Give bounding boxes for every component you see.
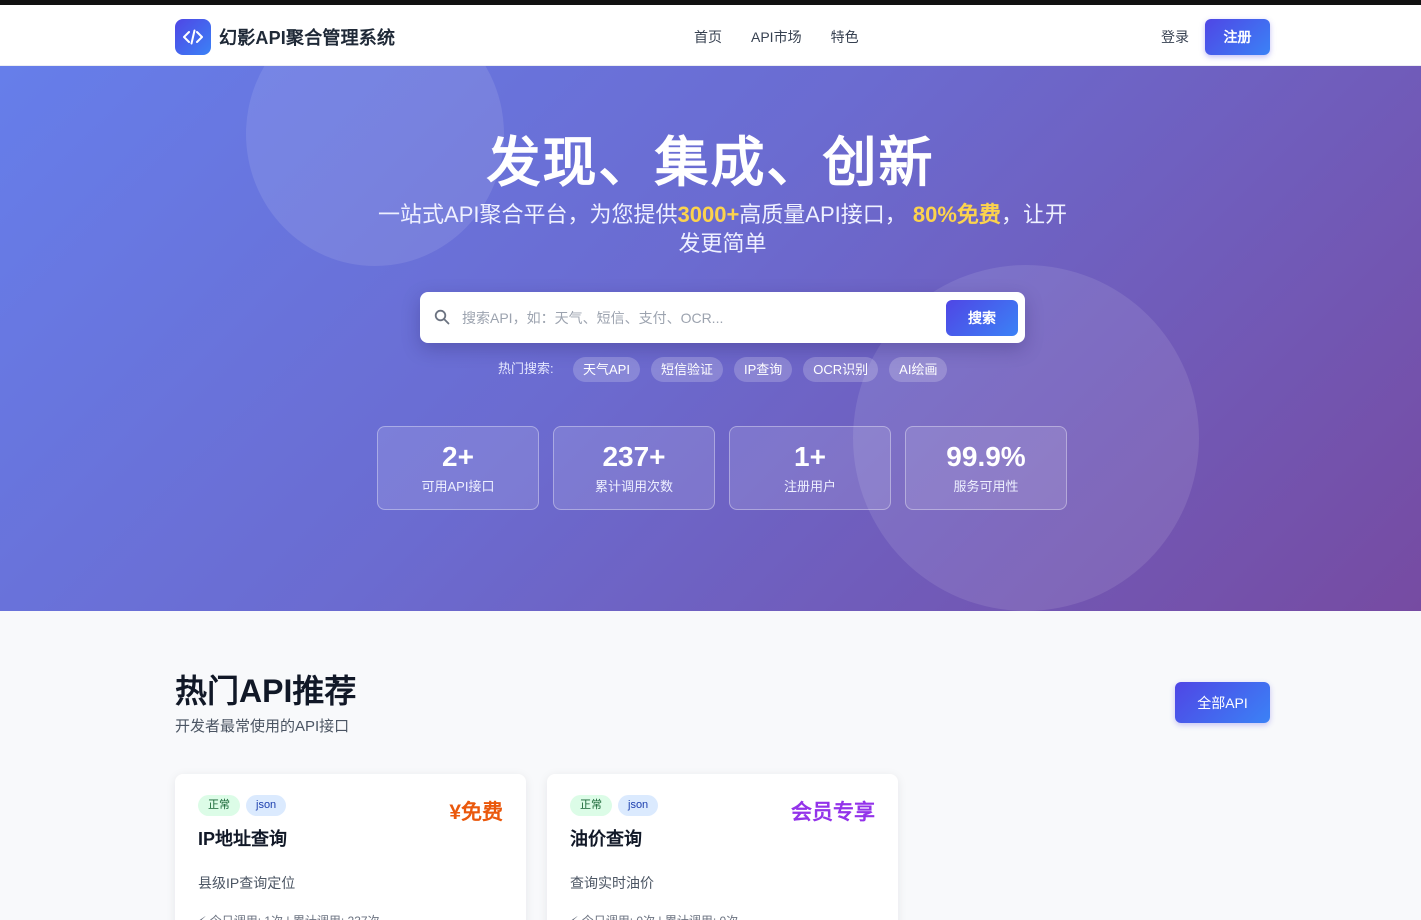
search-input[interactable] <box>462 292 942 343</box>
api-description: 县级IP查询定位 <box>198 875 296 891</box>
stat-card: 2+ 可用API接口 <box>377 426 539 510</box>
api-card[interactable]: 正常 json 会员专享 油价查询 查询实时油价 ⚡ 今日调用: 0次 | 累计… <box>547 774 898 920</box>
hero-subtitle-part: 高质量API接口， <box>739 202 907 227</box>
api-card[interactable]: 正常 json ¥免费 IP地址查询 县级IP查询定位 ⚡ 今日调用: 1次 |… <box>175 774 526 920</box>
price-label: 会员专享 <box>791 801 875 824</box>
stat-value: 237+ <box>602 441 666 472</box>
hot-tag[interactable]: OCR识别 <box>803 357 879 382</box>
api-name: IP地址查询 <box>198 829 288 849</box>
search-icon <box>434 309 450 325</box>
stat-card: 237+ 累计调用次数 <box>553 426 715 510</box>
section-title: 热门API推荐 <box>175 673 357 709</box>
card-tags: 正常 json <box>198 795 292 816</box>
stat-value: 1+ <box>794 441 826 472</box>
stat-label: 服务可用性 <box>953 479 1019 494</box>
hero-highlight-count: 3000+ <box>677 202 740 227</box>
api-usage-stats: ⚡ 今日调用: 1次 | 累计调用: 237次 <box>198 912 380 920</box>
nav-link-home[interactable]: 首页 <box>694 27 722 47</box>
search-button[interactable]: 搜索 <box>946 300 1018 336</box>
register-button[interactable]: 注册 <box>1205 19 1270 55</box>
logo[interactable]: 幻影API聚合管理系统 <box>175 19 395 55</box>
format-badge: json <box>246 795 287 816</box>
logo-text: 幻影API聚合管理系统 <box>219 28 396 48</box>
hot-tag[interactable]: 短信验证 <box>650 357 723 382</box>
hero-highlight-free: 80%免费 <box>912 202 1001 227</box>
navbar: 幻影API聚合管理系统 首页 API市场 特色 登录 注册 <box>0 5 1421 66</box>
main-nav: 首页 API市场 特色 <box>694 27 888 47</box>
hero-subtitle-part: 一站式API聚合平台，为您提供 <box>378 202 678 227</box>
api-card-list: 正常 json ¥免费 IP地址查询 县级IP查询定位 ⚡ 今日调用: 1次 |… <box>175 774 919 920</box>
stat-label: 可用API接口 <box>421 479 495 494</box>
search-box: 搜索 <box>420 292 1025 343</box>
card-tags: 正常 json <box>570 795 664 816</box>
api-name: 油价查询 <box>570 829 642 849</box>
hot-tag[interactable]: 天气API <box>573 357 640 382</box>
stat-label: 注册用户 <box>783 479 836 494</box>
api-description: 查询实时油价 <box>570 875 654 891</box>
stat-label: 累计调用次数 <box>594 479 673 494</box>
stat-card: 1+ 注册用户 <box>729 426 891 510</box>
hot-search-tags: 天气API 短信验证 IP查询 OCR识别 AI绘画 <box>573 357 958 382</box>
format-badge: json <box>618 795 659 816</box>
status-badge: 正常 <box>570 795 612 816</box>
login-link[interactable]: 登录 <box>1161 27 1189 47</box>
section-subtitle: 开发者最常使用的API接口 <box>175 718 350 735</box>
price-label: ¥免费 <box>449 801 503 824</box>
hot-tag[interactable]: IP查询 <box>733 357 793 382</box>
stat-value: 2+ <box>442 441 474 472</box>
hot-search-label: 热门搜索: <box>498 361 554 376</box>
all-api-button[interactable]: 全部API <box>1175 682 1270 723</box>
nav-link-api-market[interactable]: API市场 <box>751 27 802 47</box>
stat-value: 99.9% <box>946 441 1026 472</box>
hero-subtitle: 一站式API聚合平台，为您提供3000+高质量API接口， 80%免费，让开发更… <box>375 200 1070 258</box>
stats-row: 2+ 可用API接口 237+ 累计调用次数 1+ 注册用户 99.9% 服务可… <box>377 426 1081 510</box>
api-usage-stats: ⚡ 今日调用: 0次 | 累计调用: 0次 <box>570 912 738 920</box>
nav-link-features[interactable]: 特色 <box>831 27 859 47</box>
hero-title: 发现、集成、创新 <box>486 133 935 193</box>
hero-section: 发现、集成、创新 一站式API聚合平台，为您提供3000+高质量API接口， 8… <box>0 66 1421 611</box>
hot-tag[interactable]: AI绘画 <box>889 357 948 382</box>
code-icon <box>175 19 211 55</box>
stat-card: 99.9% 服务可用性 <box>905 426 1067 510</box>
status-badge: 正常 <box>198 795 240 816</box>
